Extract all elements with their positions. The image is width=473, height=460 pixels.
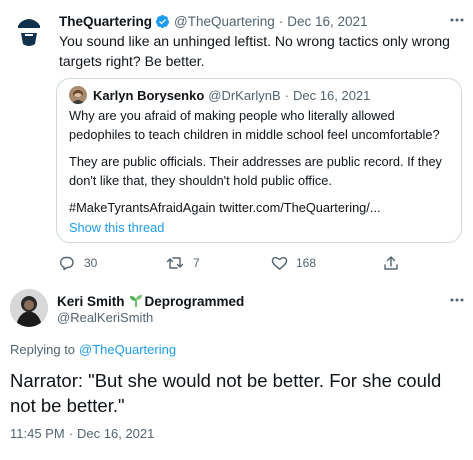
quoted-text-para2: They are public officials. Their address… [69, 154, 442, 188]
separator-dot: · [68, 425, 74, 441]
reply-count: 30 [84, 256, 98, 270]
main-tweet-text: Narrator: "But she would not be better. … [10, 370, 442, 416]
quoted-handle: @DrKarlynB [208, 87, 281, 103]
retweet-icon [166, 255, 184, 271]
main-avatar[interactable] [10, 289, 48, 327]
parent-avatar[interactable] [15, 14, 43, 48]
replying-to: Replying to @TheQuartering [10, 340, 176, 358]
parent-handle[interactable]: @TheQuartering [174, 14, 275, 29]
main-time: 11:45 PM [10, 425, 65, 441]
quoted-avatar [69, 86, 87, 104]
quoted-author-name: Karlyn Borysenko [93, 87, 205, 103]
quoted-tweet-header: Karlyn Borysenko @DrKarlynB · Dec 16, 20… [93, 86, 370, 104]
main-more-icon[interactable] [448, 292, 466, 308]
quoted-text-para3: #MakeTyrantsAfraidAgain twitter.com/TheQ… [69, 200, 381, 215]
main-tweet-header: Keri Smith Deprogrammed [57, 292, 244, 310]
replying-prefix: Replying to [10, 341, 76, 357]
main-author-name-suffix: Deprogrammed [144, 293, 245, 309]
show-this-thread-link[interactable]: Show this thread [69, 218, 164, 237]
parent-tweet-text: You sound like an unhinged leftist. No w… [59, 33, 450, 69]
like-action[interactable]: 168 [271, 255, 316, 271]
main-date: Dec 16, 2021 [77, 425, 155, 441]
parent-date[interactable]: Dec 16, 2021 [287, 14, 367, 29]
quoted-text-para1: Why are you afraid of making people who … [69, 108, 440, 142]
parent-tweet-header: TheQuartering @TheQuartering · Dec 16, 2… [59, 12, 368, 30]
reply-icon [59, 255, 75, 271]
parent-more-icon[interactable] [448, 12, 466, 28]
parent-author-name[interactable]: TheQuartering [59, 14, 152, 29]
reply-action[interactable]: 30 [59, 255, 97, 271]
like-icon [271, 255, 288, 271]
retweet-count: 7 [193, 256, 200, 270]
replying-to-handle[interactable]: @TheQuartering [79, 342, 176, 357]
main-tweet-timestamp[interactable]: 11:45 PM · Dec 16, 2021 [10, 424, 154, 442]
verified-badge-icon [155, 14, 170, 29]
main-handle[interactable]: @RealKeriSmith [57, 309, 153, 327]
quoted-date: Dec 16, 2021 [293, 87, 371, 103]
retweet-action[interactable]: 7 [166, 255, 200, 271]
separator-dot: · [278, 13, 284, 29]
share-icon[interactable] [383, 255, 399, 271]
sprout-icon [129, 294, 143, 308]
separator-dot: · [284, 87, 290, 103]
like-count: 168 [296, 256, 317, 270]
quoted-tweet-card[interactable]: Karlyn Borysenko @DrKarlynB · Dec 16, 20… [56, 78, 462, 243]
main-author-name[interactable]: Keri Smith [57, 294, 125, 309]
